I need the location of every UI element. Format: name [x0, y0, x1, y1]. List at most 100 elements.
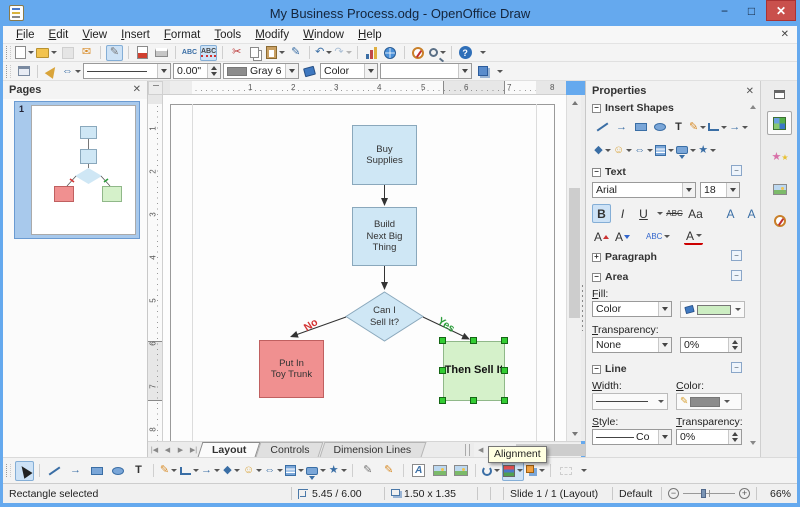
font-color-icon[interactable]: A	[684, 229, 704, 245]
menu-help[interactable]: Help	[351, 28, 389, 42]
flowchart-diamond-can-i-sell-it[interactable]: Can I Sell It?	[346, 292, 423, 341]
minimize-button[interactable]: −	[711, 0, 738, 21]
flowchart-shapes-icon[interactable]	[285, 461, 305, 481]
edit-points-icon[interactable]: ✎	[358, 461, 377, 481]
menu-file[interactable]: File	[9, 28, 42, 42]
line-style-select[interactable]	[83, 63, 171, 79]
vertical-ruler[interactable]: 1 2 3 4 5 6 7 8	[148, 95, 163, 441]
toolbar-grip[interactable]	[6, 46, 11, 59]
save-icon[interactable]	[59, 45, 76, 61]
transparency-spinner[interactable]: 0%	[680, 337, 742, 353]
sidebar-scroll-up-icon[interactable]	[747, 101, 758, 112]
selection-handle-nw[interactable]	[439, 337, 446, 344]
cut-icon[interactable]: ✂	[228, 45, 245, 61]
spellcheck-icon[interactable]: ABC	[181, 45, 198, 61]
previous-page-button[interactable]: ◀	[161, 443, 174, 456]
ellipse-tool-icon[interactable]	[651, 119, 668, 135]
export-pdf-icon[interactable]	[134, 45, 151, 61]
freeform-tool-icon[interactable]: ✎	[689, 119, 707, 135]
menu-modify[interactable]: Modify	[248, 28, 296, 42]
selection-handle-s[interactable]	[470, 397, 477, 404]
rectangle-tool-icon[interactable]	[87, 461, 106, 481]
text-tool-icon[interactable]: T	[129, 461, 148, 481]
section-insert-shapes[interactable]: − Insert Shapes	[592, 102, 674, 114]
arrange-icon[interactable]	[526, 461, 546, 481]
star-shapes-icon[interactable]: ★	[698, 142, 717, 158]
section-paragraph[interactable]: + Paragraph	[592, 251, 657, 263]
line-tool-icon[interactable]	[45, 461, 64, 481]
scroll-left-icon[interactable]: ◀	[474, 443, 487, 456]
flowchart-box-buy-supplies[interactable]: Buy Supplies	[352, 125, 417, 185]
slide-indicator[interactable]: Slide 1 / 1 (Layout)	[504, 484, 612, 503]
line-arrow-tool-icon[interactable]: →	[613, 119, 630, 135]
autospellcheck-icon[interactable]: ABC	[200, 44, 218, 61]
line-section-collapse-icon[interactable]: −	[731, 362, 742, 373]
sidebar-tab-properties[interactable]	[767, 111, 792, 135]
connector-tool-icon[interactable]	[708, 119, 728, 135]
selection-handle-sw[interactable]	[439, 397, 446, 404]
sidebar-scroll-down-icon[interactable]	[747, 437, 758, 448]
zoom-slider[interactable]: − +	[662, 484, 756, 503]
italic-icon[interactable]: I	[613, 204, 632, 223]
gallery-icon[interactable]	[451, 461, 470, 481]
page-thumbnail[interactable]: 1	[14, 101, 140, 239]
paragraph-section-collapse-icon[interactable]: −	[731, 250, 742, 261]
section-text[interactable]: − Text	[592, 166, 626, 178]
ungroup-icon[interactable]	[556, 461, 575, 481]
strikethrough-icon[interactable]: ABC	[665, 204, 684, 223]
glue-points-icon[interactable]: ✎	[379, 461, 398, 481]
sidebar-tab-styles[interactable]: ★	[767, 145, 792, 169]
flowchart-box-build-next-big-thing[interactable]: Build Next Big Thing	[352, 207, 417, 266]
text-section-collapse-icon[interactable]: −	[731, 165, 742, 176]
decrease-font-icon[interactable]: A	[613, 227, 632, 246]
menu-format[interactable]: Format	[157, 28, 207, 42]
basic-shapes-icon[interactable]: ◆	[594, 142, 611, 158]
line-color-picker[interactable]: ✎	[676, 393, 742, 410]
transparency-type-select[interactable]: None	[592, 337, 672, 353]
fill-color-picker[interactable]	[680, 301, 745, 318]
paste-icon[interactable]	[266, 45, 286, 61]
freeform-tool-icon[interactable]: ✎	[159, 461, 178, 481]
bold-icon[interactable]: B	[592, 204, 611, 223]
open-icon[interactable]	[36, 45, 57, 61]
zoom-percent[interactable]: 66%	[757, 484, 797, 503]
horizontal-ruler[interactable]: 1 2 3 4 5 6 7 8	[163, 81, 566, 95]
line-color-select[interactable]: Gray 6	[223, 63, 299, 79]
shadow-icon[interactable]	[474, 63, 491, 79]
arrow-style-icon[interactable]: ⇔	[62, 63, 81, 79]
flowchart-shapes-icon[interactable]	[655, 142, 675, 158]
fontwork-icon[interactable]: A	[409, 461, 428, 481]
increase-spacing-icon[interactable]: A	[721, 204, 740, 223]
callout-shapes-icon[interactable]	[676, 142, 697, 159]
zoom-icon[interactable]	[428, 45, 446, 61]
area-section-collapse-icon[interactable]: −	[731, 270, 742, 281]
star-shapes-icon[interactable]: ★	[328, 461, 347, 481]
first-page-button[interactable]: |◀	[148, 443, 161, 456]
symbol-shapes-icon[interactable]: ☺	[243, 461, 263, 481]
scroll-up-icon[interactable]	[567, 95, 582, 110]
from-file-icon[interactable]	[430, 461, 449, 481]
line-transparency-spinner[interactable]: 0%	[676, 429, 742, 445]
fill-type-select[interactable]: Color	[320, 63, 378, 79]
maximize-button[interactable]: □	[738, 0, 765, 21]
area-fill-type-select[interactable]: Color	[592, 301, 672, 317]
copy-icon[interactable]	[247, 45, 264, 61]
chart-icon[interactable]	[363, 45, 380, 61]
rotate-icon[interactable]	[481, 461, 500, 481]
fill-icon[interactable]	[301, 63, 318, 79]
navigator-icon[interactable]	[410, 45, 427, 61]
email-icon[interactable]: ✉	[78, 45, 95, 61]
hyperlink-icon[interactable]	[382, 45, 399, 61]
help-icon[interactable]: ?	[457, 45, 474, 61]
symbol-shapes-icon[interactable]: ☺	[613, 142, 633, 158]
line-width-picker[interactable]	[592, 393, 668, 410]
line-tool-icon[interactable]	[594, 119, 611, 135]
sidebar-menu-icon[interactable]	[767, 85, 792, 103]
select-tool-icon[interactable]	[15, 460, 34, 481]
toolbar-overflow-icon[interactable]	[497, 69, 503, 73]
arrow-shapes-icon[interactable]: →	[729, 119, 749, 135]
menu-edit[interactable]: Edit	[42, 28, 76, 42]
flowchart-box-then-sell-it[interactable]: Then Sell It	[443, 341, 505, 401]
ruler-origin-corner[interactable]	[148, 81, 163, 95]
selection-handle-se[interactable]	[501, 397, 508, 404]
